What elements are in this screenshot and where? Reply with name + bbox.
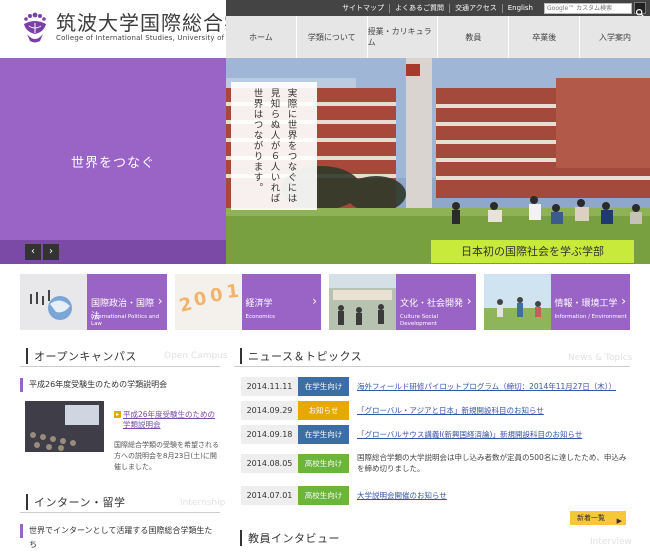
audience-badge: 在学生向け [298, 425, 349, 444]
divider [20, 366, 220, 367]
sitemap-link[interactable]: サイトマップ [337, 4, 389, 13]
news-date: 2014.07.01 [241, 486, 298, 505]
category-information-environment[interactable]: 情報・環境工学 Information / Environment › [483, 274, 630, 330]
category-label-en: Information / Environment [554, 314, 627, 320]
news-row: 2014.07.01 高校生向け 大学説明会開催のお知らせ [241, 486, 631, 505]
hero-panel: 世界をつなぐ [0, 58, 226, 264]
news-title-link[interactable]: 「グローバル・アジアと日本」新規開設科目のお知らせ [349, 405, 631, 416]
utility-bar: サイトマップ よくあるご質問 交通アクセス English [226, 0, 650, 18]
svg-text:1: 1 [225, 281, 240, 303]
news-title-link[interactable]: 海外フィールド研修パイロットプログラム（締切：2014年11月27日（木）） [349, 381, 631, 392]
news-title-link[interactable]: 「グローバルサウス講義Ⅰ(新興国経済論)」新規開設科目のお知らせ [349, 429, 631, 440]
search-box [544, 2, 646, 18]
news-date: 2014.08.05 [241, 453, 298, 473]
divider [20, 512, 220, 513]
nav-about[interactable]: 学類について [295, 16, 367, 58]
open-campus-link[interactable]: ▸ 平成26年度受験生のための学類説明会 [114, 410, 220, 430]
news-title: 国際総合学類の大学説明会は申し込み者数が定員の500名に達したため、申込みを締め… [357, 453, 627, 473]
category-label: 情報・環境工学 [554, 299, 618, 309]
news-date: 2014.11.11 [241, 377, 298, 396]
nav-career[interactable]: 卒業後 [508, 16, 579, 58]
chevron-right-icon: › [312, 294, 317, 308]
open-campus-heading: オープンキャンパス [26, 348, 137, 364]
divider [234, 366, 630, 367]
news-row: 2014.08.05 高校生向け 国際総合学類の大学説明会は申し込み者数が定員の… [241, 451, 631, 475]
nav-faculty[interactable]: 教員 [437, 16, 508, 58]
category-politics-law[interactable]: 国際政治・国際法 International Politics and Law … [20, 274, 167, 330]
open-campus-description: 国際総合学類の受験を希望される方への説明会を8月23日(土)に開催しました。 [114, 441, 219, 471]
seminar-photo [25, 401, 104, 452]
news-row: 2014.09.29 お知らせ 「グローバル・アジアと日本」新規開設科目のお知ら… [241, 401, 631, 420]
audience-badge: お知らせ [298, 401, 349, 420]
main-nav: ホーム 学類について 授業・カリキュラム 教員 卒業後 入学案内 [226, 16, 650, 58]
category-label-en: Culture Social Development [400, 314, 439, 327]
news-more-button[interactable]: 新着一覧 ▶ [570, 511, 626, 525]
chevron-right-icon: › [157, 294, 163, 308]
category-label: 文化・社会開発 [400, 299, 464, 309]
open-campus-item-title: 平成26年度受験生のための学類説明会 [20, 378, 220, 392]
slider-prev-button[interactable]: ‹ [25, 244, 41, 260]
intern-heading-en: Internship [180, 498, 226, 508]
hero-slider: 世界をつなぐ 実際に世界をつなぐには 見知らぬ人が６人いれば 世界はつながります… [0, 58, 650, 264]
news-date: 2014.09.29 [241, 401, 298, 420]
nav-home[interactable]: ホーム [226, 16, 296, 58]
triangle-right-icon: ▶ [616, 517, 622, 525]
field-categories: 国際政治・国際法 International Politics and Law … [20, 274, 630, 330]
audience-badge: 高校生向け [298, 453, 349, 473]
news-title-link[interactable]: 大学説明会開催のお知らせ [349, 490, 631, 501]
category-label: 経済学 [245, 299, 273, 309]
interview-heading-en: Interview [590, 537, 632, 547]
access-link[interactable]: 交通アクセス [449, 3, 502, 13]
chevron-right-icon: › [466, 294, 472, 308]
market-photo [329, 274, 396, 330]
search-input[interactable] [544, 2, 632, 14]
slider-next-button[interactable]: › [43, 244, 59, 260]
open-campus-heading-en: Open Campus [164, 351, 228, 361]
arrow-right-icon: ▸ [114, 411, 121, 418]
audience-badge: 高校生向け [298, 486, 349, 505]
intern-item-title: 世界でインターンとして活躍する国際総合学類生たち [20, 524, 220, 549]
open-campus-link-text: 平成26年度受験生のための学類説明会 [123, 410, 216, 429]
chevron-right-icon: › [621, 294, 626, 308]
hero-quote: 実際に世界をつなぐには 見知らぬ人が６人いれば 世界はつながります。 [231, 82, 317, 210]
hero-tagline: 世界をつなぐ [70, 156, 155, 171]
category-label-en: Economics [245, 314, 276, 320]
news-heading: ニュース＆トピックス [240, 348, 362, 364]
numbers-photo: 2001 [174, 274, 242, 330]
hero-quote-line-2: 見知らぬ人が６人いれば [268, 88, 280, 204]
field-photo [483, 274, 551, 330]
globe-photo [20, 274, 87, 330]
category-label-en: International Politics and Law [91, 314, 160, 327]
news-row: 2014.11.11 在学生向け 海外フィールド研修パイロットプログラム（締切：… [241, 377, 631, 396]
audience-badge: 在学生向け [298, 377, 349, 396]
news-date: 2014.09.18 [241, 425, 298, 444]
paulownia-emblem-icon [20, 10, 50, 44]
news-row: 2014.09.18 在学生向け 「グローバルサウス講義Ⅰ(新興国経済論)」新規… [241, 425, 631, 444]
search-button[interactable] [634, 2, 646, 18]
hero-caption: 日本初の国際社会を学ぶ学部 [431, 240, 634, 263]
news-more-label: 新着一覧 [577, 514, 605, 522]
category-economics[interactable]: 2001 経済学 Economics › [174, 274, 321, 330]
category-culture-development[interactable]: 文化・社会開発 Culture Social Development › [329, 274, 476, 330]
hero-quote-line-3: 世界はつながります。 [251, 88, 263, 193]
interview-heading: 教員インタビュー [240, 530, 340, 546]
news-heading-en: News & Topics [568, 353, 633, 363]
intern-heading: インターン・留学 [26, 494, 125, 510]
nav-curriculum[interactable]: 授業・カリキュラム [366, 16, 438, 58]
english-link[interactable]: English [501, 3, 538, 13]
hero-quote-line-1: 実際に世界をつなぐには [285, 88, 297, 204]
faq-link[interactable]: よくあるご質問 [389, 3, 449, 13]
nav-admissions[interactable]: 入学案内 [579, 16, 650, 58]
